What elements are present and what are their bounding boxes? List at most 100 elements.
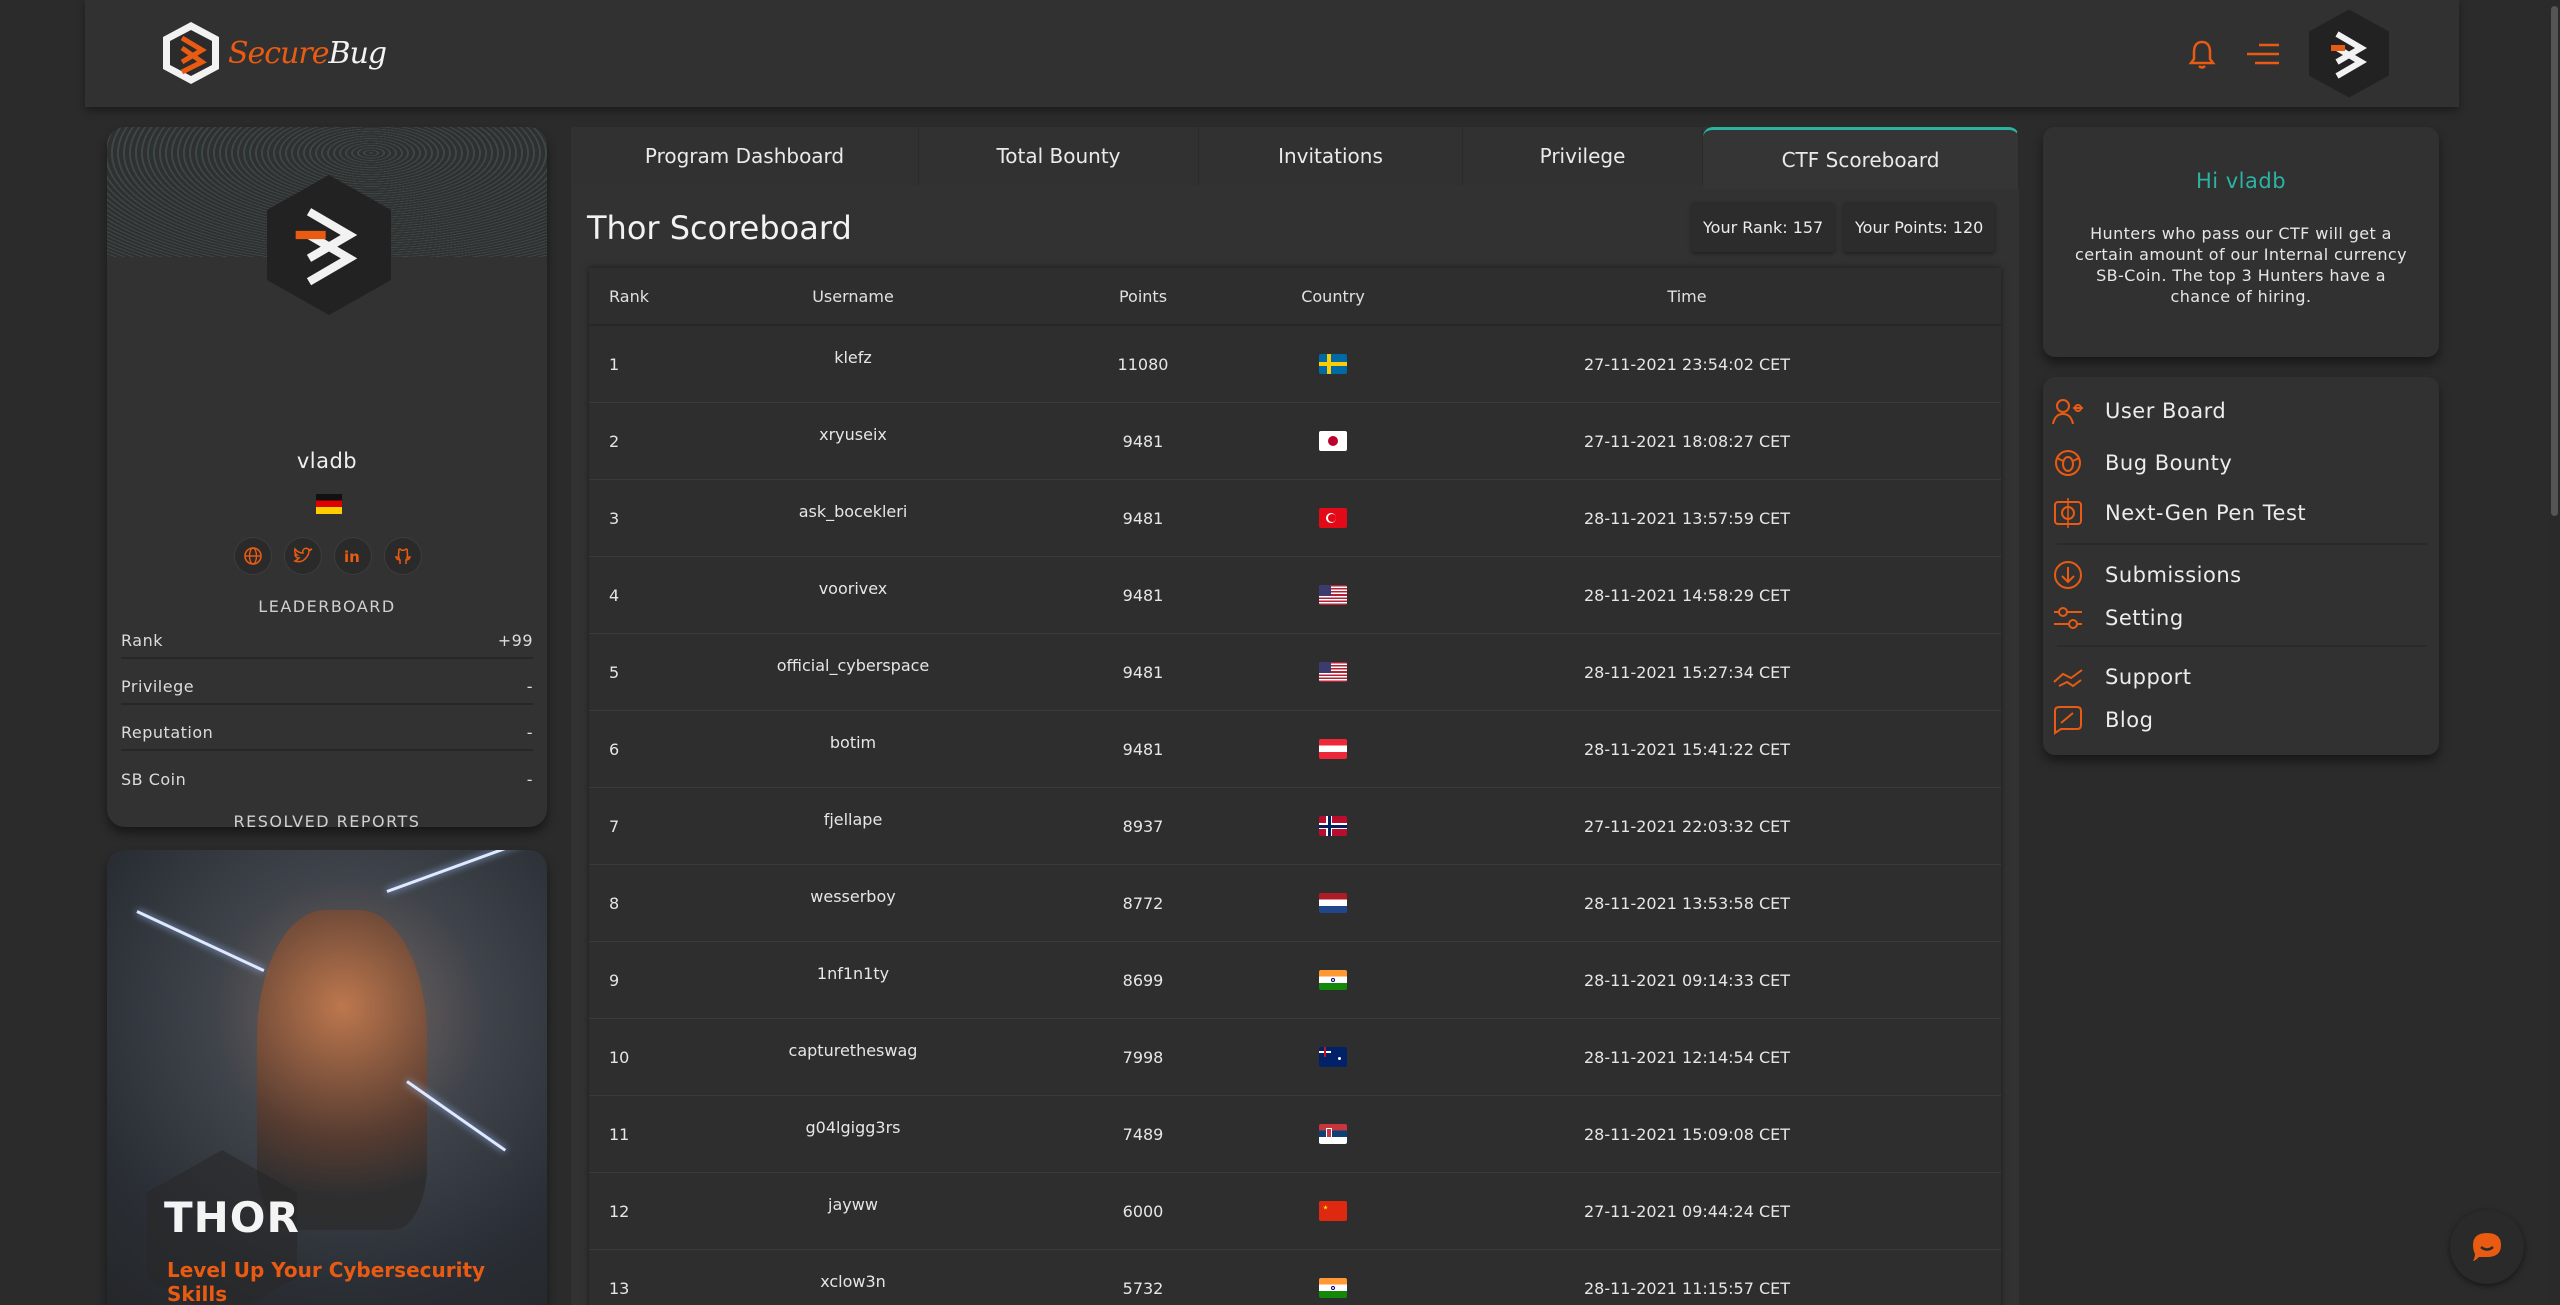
menu-item-submissions[interactable]: Submissions [2051,557,2242,593]
header-avatar[interactable] [2309,9,2389,98]
table-row[interactable]: 10 capturetheswag 7998 28-11-2021 12:14:54 … [589,1019,2001,1096]
rank-cell: 13 [609,1278,630,1298]
table-row[interactable]: 9 1nf1n1ty 8699 28-11-2021 09:14:33 CET [589,942,2001,1019]
points-cell: 5732 [1122,1278,1164,1298]
username-cell[interactable]: 1nf1n1ty [713,942,993,983]
country-cell [1293,739,1373,759]
table-row[interactable]: 3 ask_bocekleri 9481 28-11-2021 13:57:59 CE… [589,480,2001,557]
rank-cell: 5 [609,662,620,682]
country-cell [1293,662,1373,682]
setting-icon [2051,601,2085,635]
twitter-icon[interactable] [284,537,322,575]
points-cell: 9481 [1122,662,1164,682]
username-cell[interactable]: fjellape [713,788,993,829]
menu-item-next-gen-pen-test[interactable]: Next-Gen Pen Test [2051,495,2306,531]
user-board-icon [2051,394,2085,428]
username-cell[interactable]: xryuseix [713,403,993,444]
username-cell[interactable]: botim [713,711,993,752]
username-cell[interactable]: jayww [713,1173,993,1214]
stat-sb-coin: SB Coin - [121,761,533,797]
table-row[interactable]: 2 xryuseix 9481 27-11-2021 18:08:27 CET [589,403,2001,480]
github-icon[interactable] [384,537,422,575]
rank-cell: 4 [609,585,620,605]
time-cell: 27-11-2021 18:08:27 CET [1583,431,1791,451]
leaderboard-title: LEADERBOARD [258,597,396,616]
greeting: Hi vladb [2195,169,2287,193]
table-header: Rank Username Points Country Time [589,268,2001,326]
menu-item-blog[interactable]: Blog [2051,702,2153,738]
blog-icon [2051,703,2085,737]
username-cell[interactable]: ask_bocekleri [713,480,993,521]
menu-item-support[interactable]: Support [2051,659,2192,695]
username-cell[interactable]: voorivex [713,557,993,598]
table-row[interactable]: 7 fjellape 8937 27-11-2021 22:03:32 CET [589,788,2001,865]
table-row[interactable]: 13 xclow3n 5732 28-11-2021 11:15:57 CET [589,1250,2001,1305]
menu-item-bug-bounty[interactable]: Bug Bounty [2051,445,2232,481]
country-flag-icon [1319,662,1347,682]
country-cell [1293,1278,1373,1298]
column-header-time: Time [1667,286,1707,306]
username-cell[interactable]: capturetheswag [713,1019,993,1060]
page: SecureBug vladb in LEADERBOARD Rank +99 … [0,0,2560,1305]
linkedin-icon[interactable]: in [334,537,372,575]
username-cell[interactable]: g04lgigg3rs [713,1096,993,1137]
tab-total-bounty[interactable]: Total Bounty [919,127,1199,185]
column-header-rank: Rank [609,286,649,306]
ctf-description: Hunters who pass our CTF will get a cert… [2075,224,2407,306]
promo-tagline: Level Up Your Cybersecurity Skills [167,1258,486,1305]
tab-ctf-scoreboard[interactable]: CTF Scoreboard [1703,127,2019,189]
tab-bar: Program Dashboard Total Bounty Invitatio… [571,127,2019,189]
time-cell: 27-11-2021 23:54:02 CET [1583,354,1791,374]
stat-value: - [526,676,533,696]
points-cell: 9481 [1122,508,1164,528]
notification-bell-icon[interactable] [2187,38,2217,70]
menu-label: Bug Bounty [2105,451,2233,475]
table-row[interactable]: 1 klefz 11080 27-11-2021 23:54:02 CET [589,326,2001,403]
menu-item-setting[interactable]: Setting [2051,600,2184,636]
menu-label: Support [2105,665,2192,689]
promo-title: THOR [164,1193,300,1242]
table-row[interactable]: 8 wesserboy 8772 28-11-2021 13:53:58 CET [589,865,2001,942]
username-cell[interactable]: wesserboy [713,865,993,906]
chat-launcher-button[interactable] [2450,1210,2524,1284]
username-cell[interactable]: klefz [713,326,993,367]
website-icon[interactable] [234,537,272,575]
stat-label: Privilege [121,676,195,696]
menu-item-user-board[interactable]: User Board [2051,393,2226,429]
table-row[interactable]: 4 voorivex 9481 28-11-2021 14:58:29 CET [589,557,2001,634]
menu-label: Setting [2105,606,2184,630]
country-cell [1293,816,1373,836]
side-menu: User Board Bug Bounty Next-Gen Pen Test … [2043,377,2439,755]
stat-label: SB Coin [121,769,187,789]
country-cell [1293,1201,1373,1221]
time-cell: 28-11-2021 15:41:22 CET [1583,739,1791,759]
table-row[interactable]: 12 jayww 6000 27-11-2021 09:44:24 CET [589,1173,2001,1250]
tab-invitations[interactable]: Invitations [1199,127,1463,185]
points-cell: 9481 [1122,431,1164,451]
username-cell[interactable]: official_cyberspace [713,634,993,675]
welcome-card: Hi vladb Hunters who pass our CTF will g… [2043,127,2439,357]
table-row[interactable]: 11 g04lgigg3rs 7489 28-11-2021 15:09:08 CET [589,1096,2001,1173]
rank-cell: 1 [609,354,620,374]
brand-name: SecureBug [228,35,387,71]
time-cell: 28-11-2021 13:57:59 CET [1583,508,1791,528]
rank-cell: 7 [609,816,620,836]
page-scrollbar[interactable] [2549,0,2560,1305]
header-actions [2187,0,2389,107]
menu-toggle-icon[interactable] [2245,39,2281,69]
thor-promo-banner[interactable]: THOR Level Up Your Cybersecurity Skills [107,850,547,1305]
table-row[interactable]: 5 official_cyberspace 9481 28-11-2021 15:27… [589,634,2001,711]
username-cell[interactable]: xclow3n [713,1250,993,1291]
table-row[interactable]: 6 botim 9481 28-11-2021 15:41:22 CET [589,711,2001,788]
brand-logo[interactable]: SecureBug [160,20,387,86]
country-flag-icon [1319,739,1347,759]
scrollbar-thumb[interactable] [2551,6,2558,516]
rank-cell: 3 [609,508,620,528]
chat-bubble-icon [2473,1233,2501,1261]
tab-privilege[interactable]: Privilege [1463,127,1703,185]
time-cell: 28-11-2021 09:14:33 CET [1583,970,1791,990]
pen-test-icon [2051,496,2085,530]
profile-card: vladb in LEADERBOARD Rank +99 Privilege … [107,127,547,827]
country-flag-icon [1319,508,1347,528]
tab-program-dashboard[interactable]: Program Dashboard [571,127,919,185]
